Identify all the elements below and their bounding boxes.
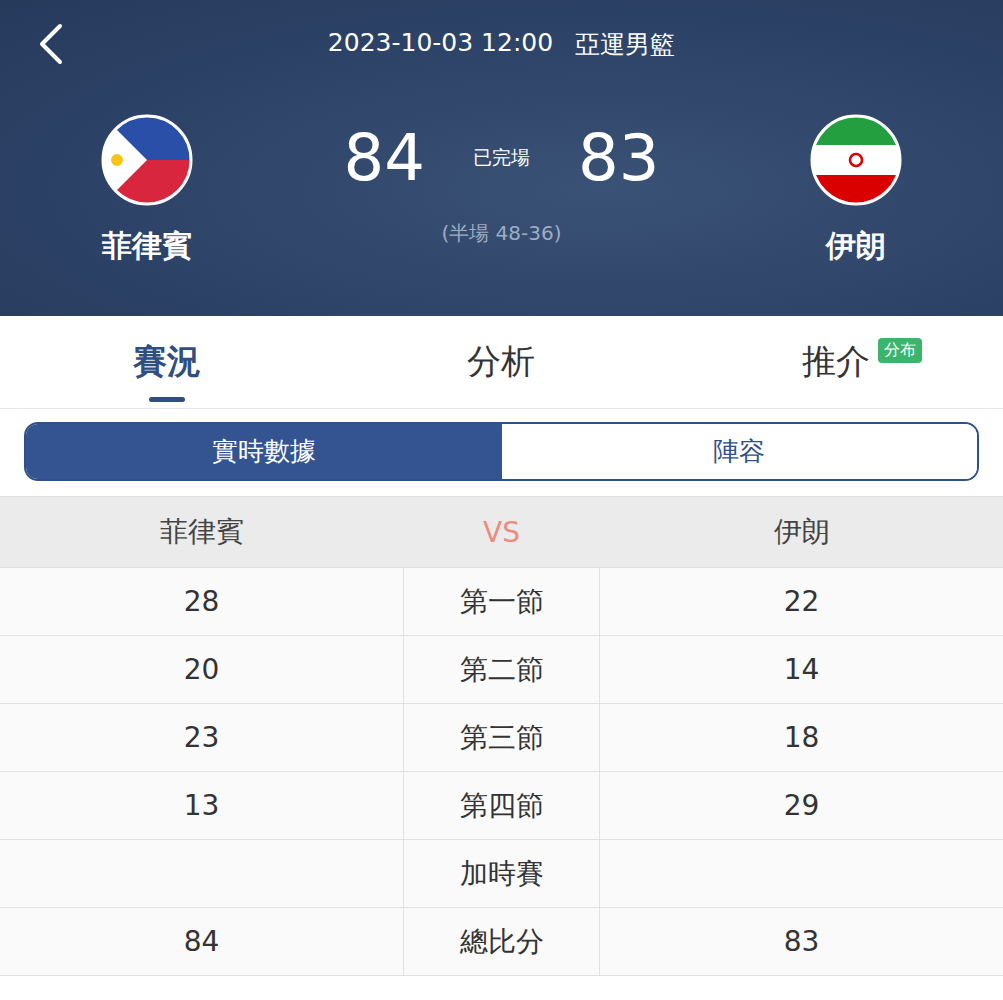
period-cell: 總比分 — [403, 908, 600, 975]
competition: 亞運男籃 — [575, 28, 675, 61]
table-header: 菲律賓VS伊朗 — [0, 497, 1003, 568]
scoreboard: 84 已完場 83 (半場 48-36) — [294, 114, 709, 264]
match-status: 已完場 — [473, 145, 530, 171]
column-header: 伊朗 — [600, 497, 1003, 567]
segment-button[interactable]: 實時數據 — [26, 424, 502, 479]
period-cell: 第三節 — [403, 704, 600, 771]
away-cell: 22 — [600, 568, 1003, 635]
tab-bar: 賽況 分析 推介 分布 — [0, 316, 1003, 409]
away-cell: 14 — [600, 636, 1003, 703]
score-table: 菲律賓VS伊朗 28 第一節 2220 第二節 1423 第三節 1813 第四… — [0, 496, 1003, 976]
tab-badge: 分布 — [878, 338, 922, 363]
table-row: 13 第四節 29 — [0, 772, 1003, 840]
away-cell: 83 — [600, 908, 1003, 975]
away-team: 伊朗 — [709, 114, 1003, 264]
home-cell: 13 — [0, 772, 403, 839]
table-row: 20 第二節 14 — [0, 636, 1003, 704]
tab[interactable]: 推介 分布 — [669, 316, 1003, 408]
home-team-name: 菲律賓 — [102, 228, 192, 264]
home-cell: 28 — [0, 568, 403, 635]
period-cell: 第一節 — [403, 568, 600, 635]
back-button[interactable] — [0, 22, 100, 66]
match-header: 2023-10-03 12:00 亞運男籃 菲律賓 84 已完場 83 (半場 … — [0, 0, 1003, 316]
home-cell: 84 — [0, 908, 403, 975]
top-bar: 2023-10-03 12:00 亞運男籃 — [0, 22, 1003, 62]
table-row: 28 第一節 22 — [0, 568, 1003, 636]
period-cell: 第二節 — [403, 636, 600, 703]
tab[interactable]: 賽況 — [0, 316, 334, 408]
column-header: VS — [403, 497, 600, 567]
home-cell: 23 — [0, 704, 403, 771]
back-arrow-icon — [36, 22, 66, 66]
philippines-flag-icon — [101, 114, 193, 206]
away-team-name: 伊朗 — [826, 228, 886, 264]
table-row: 加時賽 — [0, 840, 1003, 908]
away-cell: 29 — [600, 772, 1003, 839]
away-cell: 18 — [600, 704, 1003, 771]
tab[interactable]: 分析 — [334, 316, 668, 408]
segment-button[interactable]: 陣容 — [502, 424, 978, 479]
home-cell — [0, 840, 403, 907]
halftime-score: (半場 48-36) — [441, 220, 561, 247]
home-score: 84 — [344, 126, 425, 190]
away-cell — [600, 840, 1003, 907]
table-row: 84 總比分 83 — [0, 908, 1003, 976]
away-score: 83 — [578, 126, 659, 190]
match-title: 2023-10-03 12:00 亞運男籃 — [100, 28, 903, 61]
teams-row: 菲律賓 84 已完場 83 (半場 48-36) 伊朗 — [0, 114, 1003, 264]
column-header: 菲律賓 — [0, 497, 403, 567]
home-team: 菲律賓 — [0, 114, 294, 264]
period-cell: 加時賽 — [403, 840, 600, 907]
period-cell: 第四節 — [403, 772, 600, 839]
home-cell: 20 — [0, 636, 403, 703]
segment-control: 實時數據陣容 — [24, 422, 979, 481]
iran-flag-icon — [810, 114, 902, 206]
match-page: 2023-10-03 12:00 亞運男籃 菲律賓 84 已完場 83 (半場 … — [0, 0, 1003, 976]
match-datetime: 2023-10-03 12:00 — [328, 28, 553, 61]
table-row: 23 第三節 18 — [0, 704, 1003, 772]
tab-indicator — [149, 397, 185, 402]
